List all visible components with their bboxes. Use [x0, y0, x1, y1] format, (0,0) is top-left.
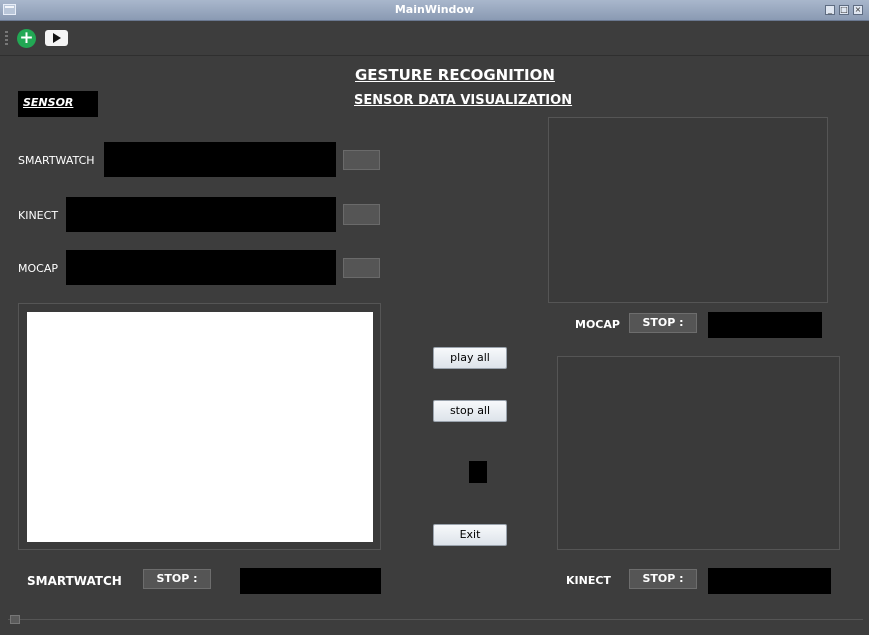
mocap-stream-label: MOCAP: [575, 318, 620, 331]
close-icon[interactable]: ×: [853, 5, 863, 15]
kinect-field[interactable]: [66, 197, 336, 232]
exit-button[interactable]: Exit: [433, 524, 507, 546]
add-icon[interactable]: +: [17, 29, 36, 48]
mocap-browse-button[interactable]: [343, 258, 380, 278]
horizontal-scrollbar[interactable]: [8, 614, 863, 626]
scrollbar-track: [8, 619, 863, 620]
smartwatch-panel: [18, 303, 381, 550]
page-title: GESTURE RECOGNITION: [355, 66, 555, 84]
mocap-label: MOCAP: [18, 262, 58, 275]
play-icon[interactable]: [45, 30, 68, 46]
mocap-stop-field[interactable]: [708, 312, 822, 338]
mocap-stop-button[interactable]: STOP :: [629, 313, 697, 333]
window-titlebar: MainWindow _ □ ×: [0, 0, 869, 21]
smartwatch-label: SMARTWATCH: [18, 154, 95, 167]
kinect-panel: [557, 356, 840, 550]
smartwatch-stop-button[interactable]: STOP :: [143, 569, 211, 589]
sensor-box: SENSOR: [18, 91, 98, 117]
mocap-field[interactable]: [66, 250, 336, 285]
mocap-panel: [548, 117, 828, 303]
minimize-icon[interactable]: _: [825, 5, 835, 15]
kinect-label: KINECT: [18, 209, 59, 222]
smartwatch-field[interactable]: [104, 142, 336, 177]
sensor-label: SENSOR: [23, 96, 74, 109]
smartwatch-stream-label: SMARTWATCH: [27, 574, 122, 588]
play-all-button[interactable]: play all: [433, 347, 507, 369]
smartwatch-stop-field[interactable]: [240, 568, 381, 594]
kinect-stream-label: KINECT: [566, 574, 611, 587]
smartwatch-plot-area: [27, 312, 373, 542]
toolbar-grip-icon[interactable]: [5, 31, 8, 47]
kinect-stop-button[interactable]: STOP :: [629, 569, 697, 589]
kinect-stop-field[interactable]: [708, 568, 831, 594]
stop-all-button[interactable]: stop all: [433, 400, 507, 422]
toolbar: +: [0, 21, 869, 56]
scrollbar-handle[interactable]: [10, 615, 20, 624]
status-indicator: [469, 461, 487, 483]
maximize-icon[interactable]: □: [839, 5, 849, 15]
kinect-browse-button[interactable]: [343, 204, 380, 225]
window-title: MainWindow: [394, 3, 475, 16]
page-subtitle: SENSOR DATA VISUALIZATION: [354, 93, 573, 108]
smartwatch-browse-button[interactable]: [343, 150, 380, 170]
